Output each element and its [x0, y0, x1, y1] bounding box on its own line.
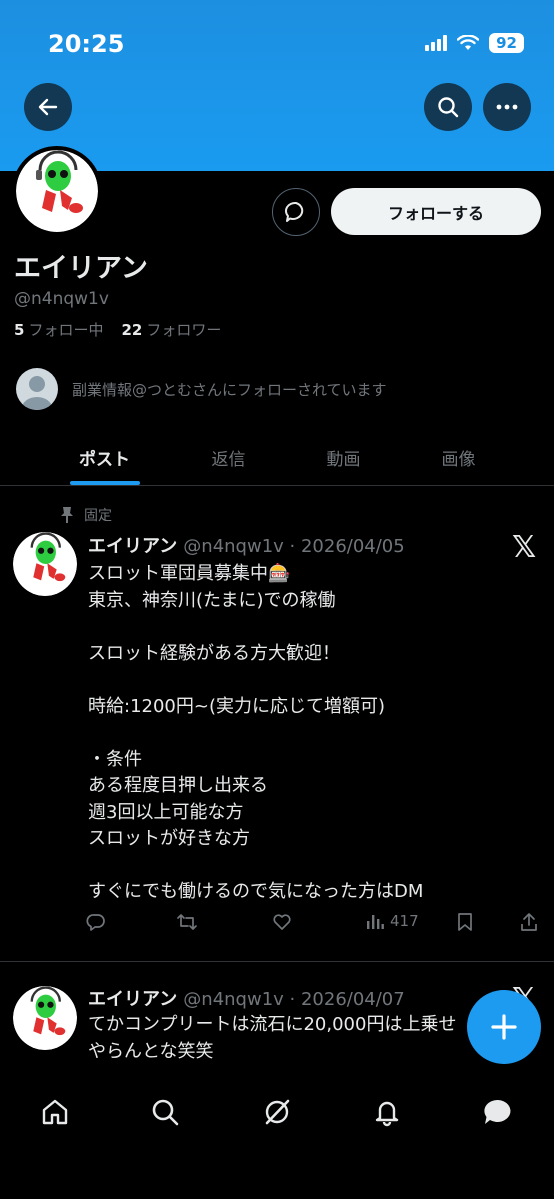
compose-button[interactable] [467, 990, 541, 1064]
like-icon [273, 914, 291, 930]
share-icon [521, 913, 537, 931]
back-arrow-icon [38, 98, 58, 116]
back-button[interactable] [24, 83, 72, 131]
tab-images[interactable]: 画像 [401, 428, 516, 486]
share-button[interactable] [520, 912, 538, 932]
bottom-nav [0, 1068, 554, 1199]
messages-icon [484, 1099, 511, 1124]
status-time: 20:25 [48, 30, 125, 58]
post-divider [0, 961, 554, 962]
followers-count: 22 [121, 321, 143, 339]
nav-notifications[interactable] [367, 1092, 407, 1132]
message-button[interactable] [272, 188, 320, 236]
following-link[interactable]: 5 フォロー中 [14, 319, 103, 340]
post-text[interactable]: スロット軍団員募集中🎰 東京、神奈川(たまに)での稼働 スロット経験がある方大歓… [88, 561, 423, 906]
profile-handle: @n4nqw1v [14, 289, 109, 309]
reply-icon [86, 914, 105, 931]
tab-posts[interactable]: ポスト [47, 428, 162, 486]
search-icon [438, 97, 459, 118]
display-name: エイリアン [14, 253, 148, 284]
battery-level: 92 [489, 33, 524, 53]
nav-search[interactable] [145, 1092, 185, 1132]
reply-button[interactable] [86, 912, 106, 932]
post-avatar[interactable] [13, 986, 77, 1050]
dm-bubble-icon [285, 201, 304, 222]
follower-avatar-icon [16, 368, 58, 410]
post-text[interactable]: てかコンプリートは流石に20,000円は上乗せ やらんとな笑笑 [88, 1012, 488, 1065]
status-icons: 92 [425, 33, 524, 53]
more-icon [496, 104, 518, 110]
follow-stats: 5 フォロー中 22 フォロワー [14, 319, 221, 340]
wifi-icon [457, 35, 480, 50]
pinned-label: 固定 [84, 508, 112, 524]
followers-label: フォロワー [146, 321, 222, 339]
signal-icon [425, 35, 448, 51]
grok-icon [265, 1099, 290, 1125]
followed-by-text: 副業情報@つとむさんにフォローされています [72, 380, 387, 399]
post-handle-date[interactable]: @n4nqw1v · 2026/04/07 [183, 989, 404, 1010]
repost-icon [177, 914, 197, 930]
nav-grok[interactable] [257, 1092, 297, 1132]
post-actions: 417 [86, 912, 546, 940]
following-count: 5 [14, 321, 25, 339]
bookmark-icon [458, 913, 472, 931]
pinned-indicator: 固定 [60, 505, 112, 525]
pin-icon [61, 507, 73, 523]
post-author-name[interactable]: エイリアン [88, 989, 177, 1010]
alien-avatar-image [30, 986, 66, 1036]
post-header: エイリアン @n4nqw1v · 2026/04/07 [88, 985, 405, 1011]
profile-avatar[interactable] [12, 146, 102, 236]
repost-button[interactable] [176, 912, 198, 932]
notifications-icon [375, 1101, 399, 1127]
nav-messages[interactable] [478, 1092, 518, 1132]
followed-by-row[interactable]: 副業情報@つとむさんにフォローされています [16, 368, 387, 410]
alien-avatar-image [36, 150, 83, 213]
views-count: 417 [390, 912, 419, 930]
post-avatar[interactable] [13, 532, 77, 596]
followers-link[interactable]: 22 フォロワー [121, 319, 221, 340]
x-logo-icon: 𝕏 [512, 530, 537, 565]
like-button[interactable] [272, 912, 292, 932]
follow-button[interactable]: フォローする [331, 188, 541, 235]
views-icon [367, 915, 384, 929]
alien-avatar-image [30, 532, 66, 582]
profile-tabs: ポスト 返信 動画 画像 [0, 428, 554, 486]
tab-videos[interactable]: 動画 [286, 428, 401, 486]
profile-banner [0, 0, 554, 171]
active-tab-indicator [70, 481, 140, 485]
post-header: エイリアン @n4nqw1v · 2026/04/05 [88, 532, 405, 558]
following-label: フォロー中 [28, 321, 104, 339]
more-button[interactable] [483, 83, 531, 131]
views-button[interactable]: 417 [366, 912, 419, 930]
nav-home[interactable] [35, 1092, 75, 1132]
explore-icon [152, 1099, 179, 1126]
compose-plus-icon [491, 1014, 517, 1040]
home-icon [42, 1099, 68, 1125]
bookmark-button[interactable] [457, 912, 473, 932]
post-handle-date[interactable]: @n4nqw1v · 2026/04/05 [183, 536, 404, 557]
tab-replies[interactable]: 返信 [171, 428, 286, 486]
search-button[interactable] [424, 83, 472, 131]
post-author-name[interactable]: エイリアン [88, 536, 177, 557]
